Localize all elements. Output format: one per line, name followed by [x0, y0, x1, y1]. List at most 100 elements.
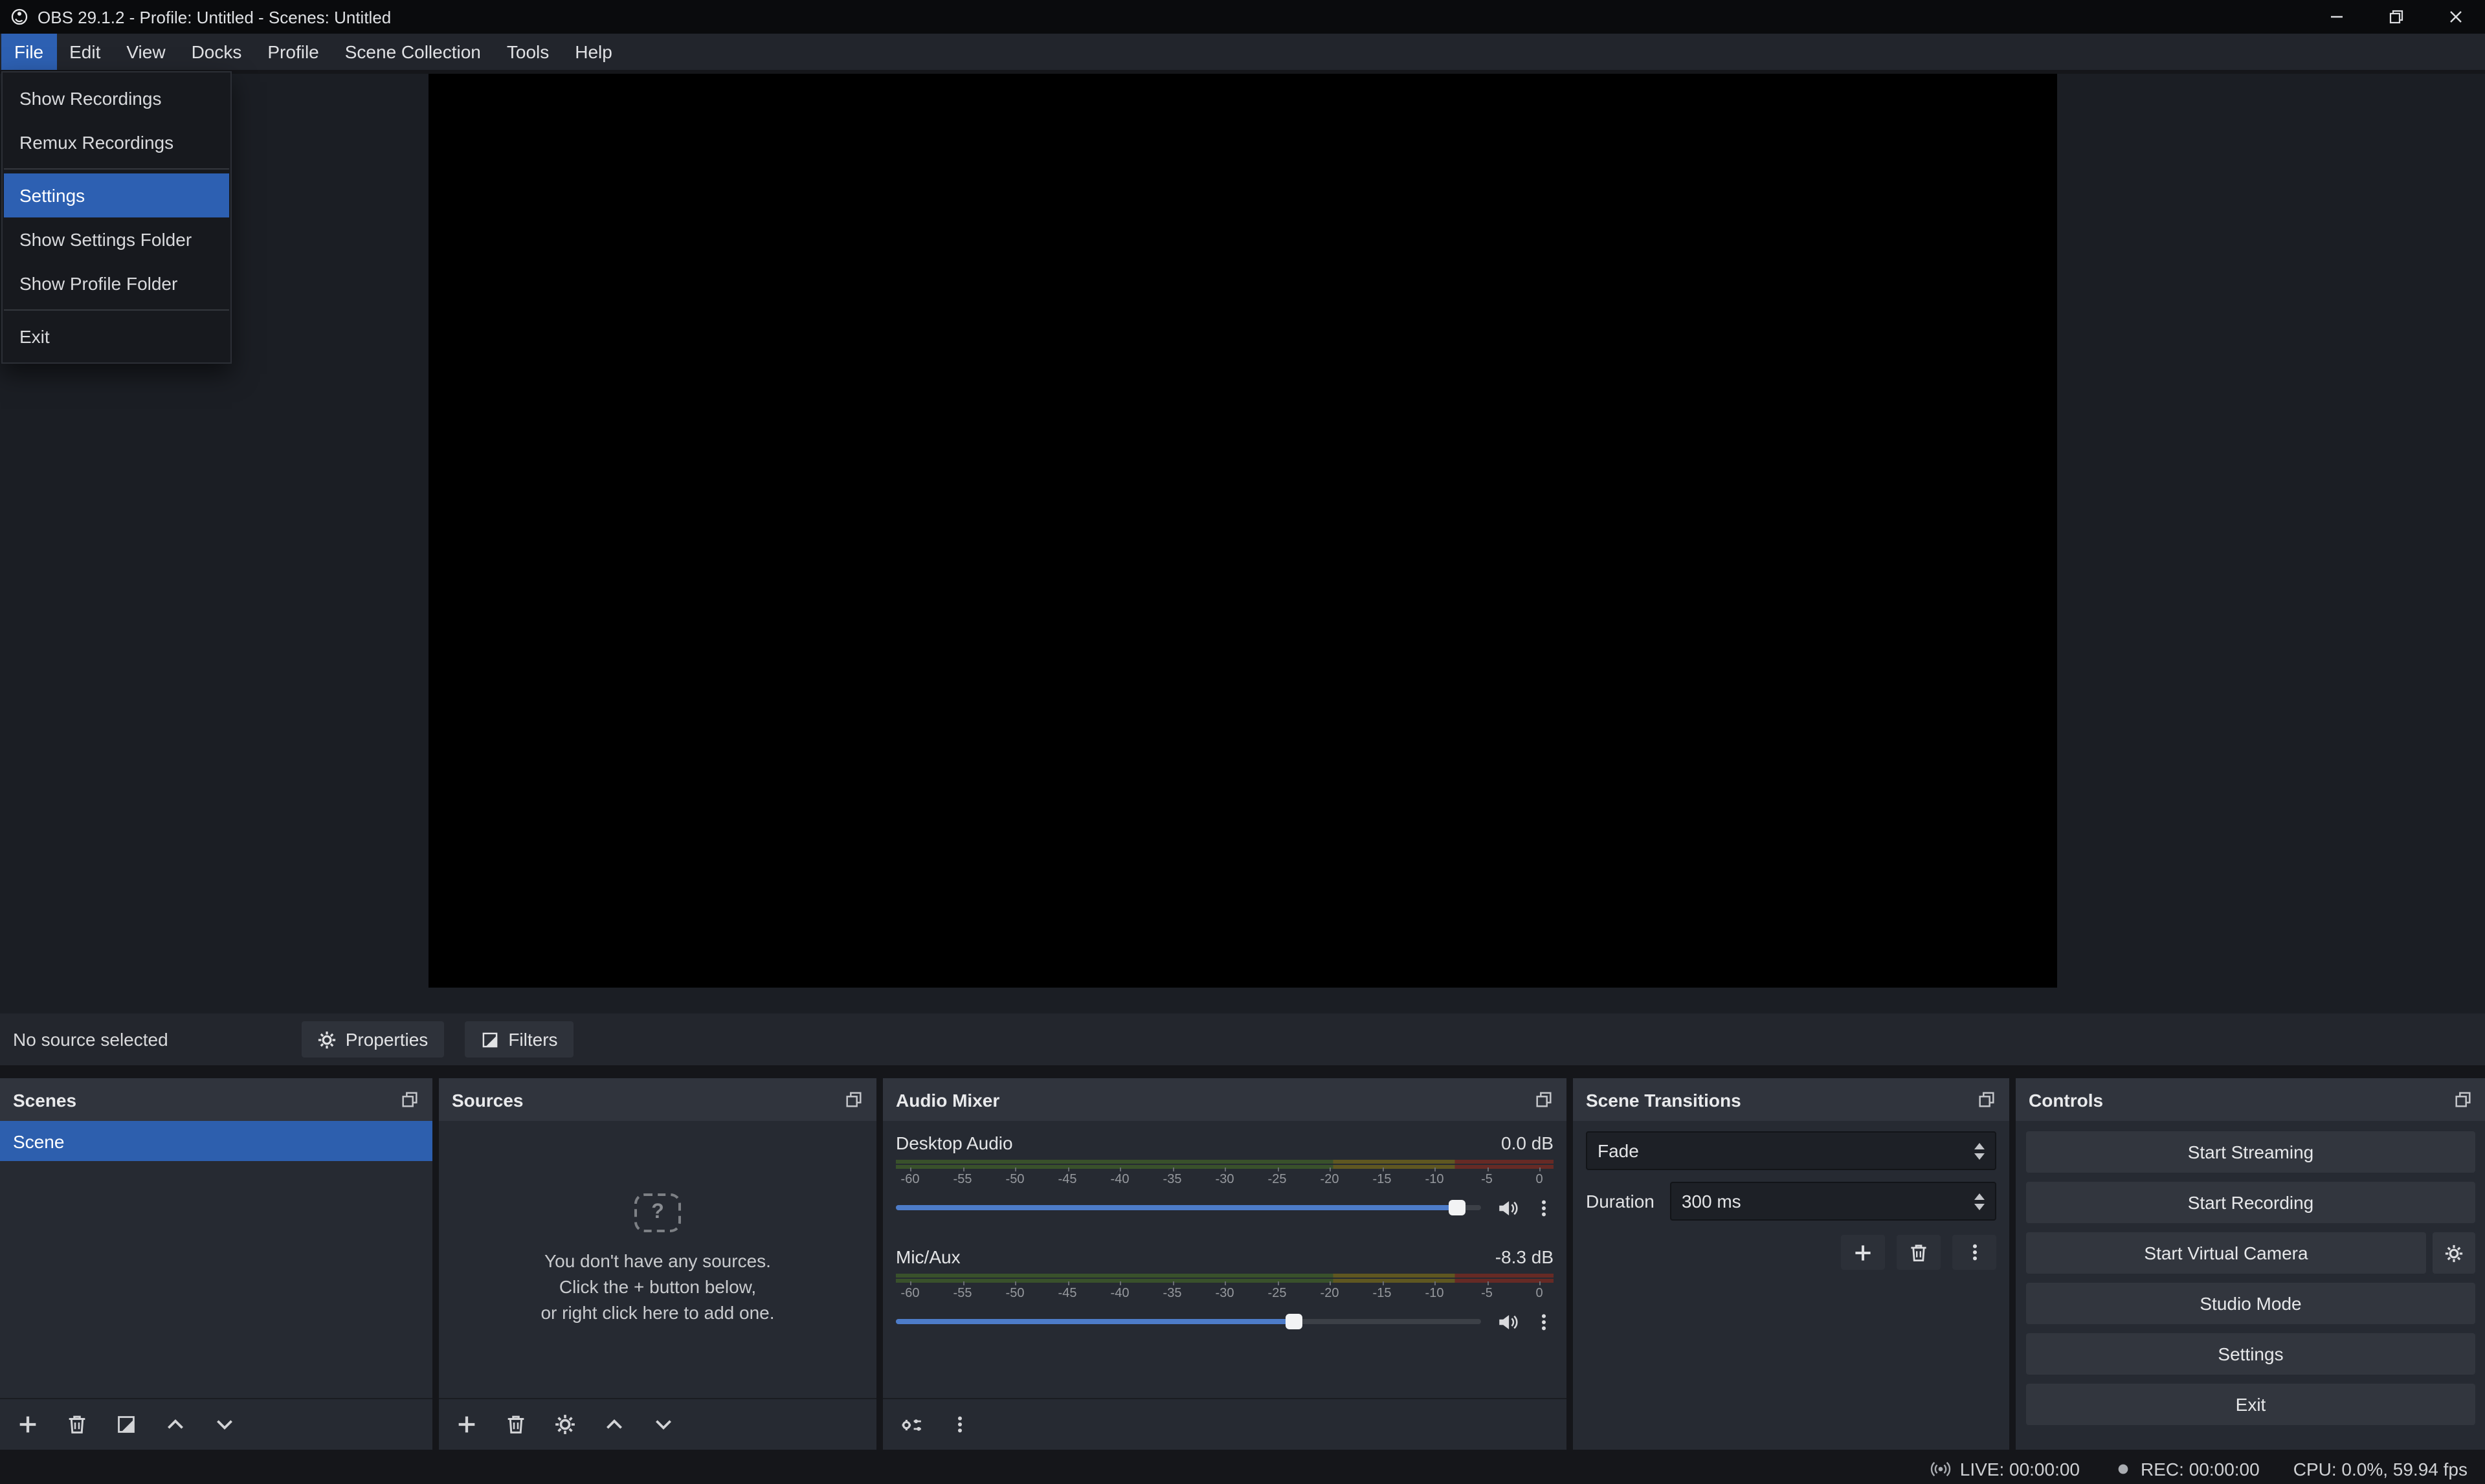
meter-tick-label: -30 — [1210, 1171, 1239, 1190]
mixer-toolbar — [883, 1398, 1566, 1450]
popout-icon[interactable] — [1534, 1090, 1554, 1109]
obs-logo-icon — [10, 8, 28, 26]
menu-file[interactable]: File — [1, 34, 56, 70]
menu-item-show-settings-folder[interactable]: Show Settings Folder — [4, 217, 229, 261]
restore-button[interactable] — [2367, 0, 2426, 34]
transition-properties-button[interactable] — [1952, 1235, 1996, 1270]
studio-mode-button[interactable]: Studio Mode — [2026, 1283, 2475, 1324]
duration-row: Duration 300 ms — [1586, 1182, 1996, 1221]
scenes-panel-title: Scenes — [13, 1089, 76, 1110]
meter-tick-label: -45 — [1053, 1285, 1082, 1303]
popout-icon[interactable] — [400, 1090, 419, 1109]
slider-handle[interactable] — [1286, 1314, 1303, 1329]
add-scene-icon[interactable] — [17, 1413, 39, 1435]
duration-label: Duration — [1586, 1191, 1655, 1212]
select-arrows — [1974, 1142, 1985, 1159]
scene-filters-icon[interactable] — [115, 1413, 137, 1435]
meter-tick-label: -5 — [1473, 1285, 1501, 1303]
menu-scene-collection[interactable]: Scene Collection — [332, 34, 494, 70]
live-status: LIVE: 00:00:00 — [1930, 1459, 2080, 1479]
meter-tick-label: -25 — [1263, 1171, 1291, 1190]
menu-item-show-recordings[interactable]: Show Recordings — [4, 76, 229, 120]
spin-down-icon[interactable] — [1974, 1203, 1985, 1210]
sources-panel: Sources ? You don't have any sources. Cl… — [439, 1078, 876, 1450]
window-controls — [2307, 0, 2485, 34]
duration-spinbox[interactable]: 300 ms — [1670, 1182, 1996, 1221]
gear-icon — [2444, 1243, 2464, 1263]
remove-scene-icon[interactable] — [66, 1413, 88, 1435]
scenes-list: Scene — [0, 1121, 432, 1450]
minimize-button[interactable] — [2307, 0, 2367, 34]
exit-button[interactable]: Exit — [2026, 1384, 2475, 1425]
dots-vertical-icon[interactable] — [950, 1415, 970, 1434]
filters-button[interactable]: Filters — [464, 1021, 573, 1058]
popout-icon[interactable] — [844, 1090, 864, 1109]
meter-tick-label: -35 — [1158, 1171, 1187, 1190]
virtual-camera-config-button[interactable] — [2433, 1232, 2475, 1274]
close-button[interactable] — [2426, 0, 2485, 34]
chevron-up-icon[interactable] — [1974, 1142, 1985, 1149]
meter-tick-label: -15 — [1368, 1285, 1396, 1303]
dots-vertical-icon[interactable] — [1534, 1312, 1554, 1331]
menu-item-remux-recordings[interactable]: Remux Recordings — [4, 120, 229, 164]
source-properties-icon[interactable] — [554, 1413, 576, 1435]
menu-docks[interactable]: Docks — [179, 34, 255, 70]
start-streaming-button[interactable]: Start Streaming — [2026, 1131, 2475, 1173]
controls-panel-title: Controls — [2029, 1089, 2103, 1110]
menu-item-settings[interactable]: Settings — [4, 173, 229, 217]
popout-icon[interactable] — [1977, 1090, 1996, 1109]
speaker-icon[interactable] — [1497, 1311, 1519, 1333]
dock-area: Scenes Scene Sources — [0, 1065, 2485, 1450]
remove-transition-button[interactable] — [1897, 1235, 1941, 1270]
slider-handle[interactable] — [1449, 1200, 1466, 1215]
start-virtual-camera-button[interactable]: Start Virtual Camera — [2026, 1232, 2426, 1274]
spin-up-icon[interactable] — [1974, 1193, 1985, 1199]
record-dot-icon — [2113, 1460, 2132, 1478]
meter-tick-label: 0 — [1525, 1171, 1554, 1190]
settings-button[interactable]: Settings — [2026, 1333, 2475, 1375]
popout-icon[interactable] — [2453, 1090, 2473, 1109]
speaker-icon[interactable] — [1497, 1197, 1519, 1219]
cpu-fps-text: CPU: 0.0%, 59.94 fps — [2293, 1459, 2468, 1479]
menu-view[interactable]: View — [113, 34, 178, 70]
sources-list[interactable]: ? You don't have any sources. Click the … — [439, 1121, 876, 1450]
properties-button[interactable]: Properties — [302, 1021, 444, 1058]
slider-fill — [896, 1205, 1464, 1210]
chevron-down-icon[interactable] — [1974, 1153, 1985, 1159]
start-recording-button[interactable]: Start Recording — [2026, 1182, 2475, 1223]
menu-item-show-profile-folder[interactable]: Show Profile Folder — [4, 261, 229, 305]
move-scene-up-icon[interactable] — [164, 1413, 186, 1435]
filter-icon — [480, 1030, 499, 1049]
scenes-panel-header: Scenes — [0, 1078, 432, 1121]
add-transition-button[interactable] — [1841, 1235, 1885, 1270]
move-source-up-icon[interactable] — [603, 1413, 625, 1435]
live-timer: LIVE: 00:00:00 — [1960, 1459, 2080, 1479]
meter-tick-label: -40 — [1106, 1285, 1134, 1303]
advanced-audio-icon[interactable] — [900, 1413, 923, 1436]
menu-edit[interactable]: Edit — [56, 34, 113, 70]
obs-window: OBS 29.1.2 - Profile: Untitled - Scenes:… — [0, 0, 2485, 1484]
dots-vertical-icon[interactable] — [1534, 1198, 1554, 1217]
scenes-toolbar — [0, 1398, 432, 1450]
scene-list-item[interactable]: Scene — [0, 1121, 432, 1161]
volume-slider[interactable] — [896, 1191, 1481, 1224]
move-source-down-icon[interactable] — [652, 1413, 674, 1435]
menu-help[interactable]: Help — [562, 34, 625, 70]
meter-tick-label: -20 — [1315, 1171, 1344, 1190]
question-placeholder-icon: ? — [634, 1193, 681, 1232]
remove-source-icon[interactable] — [505, 1413, 527, 1435]
menu-item-exit[interactable]: Exit — [4, 315, 229, 359]
transition-select[interactable]: Fade — [1586, 1131, 1996, 1170]
channel-name: Mic/Aux — [896, 1246, 961, 1267]
move-scene-down-icon[interactable] — [214, 1413, 236, 1435]
add-source-icon[interactable] — [456, 1413, 478, 1435]
meter-tick-label: -35 — [1158, 1285, 1187, 1303]
preview-canvas[interactable] — [429, 74, 2057, 988]
transition-buttons — [1586, 1235, 1996, 1270]
volume-slider[interactable] — [896, 1305, 1481, 1338]
menu-profile[interactable]: Profile — [254, 34, 331, 70]
menu-tools[interactable]: Tools — [494, 34, 562, 70]
rec-timer: REC: 00:00:00 — [2141, 1459, 2260, 1479]
controls-body: Start Streaming Start Recording Start Vi… — [2016, 1121, 2485, 1450]
meter-tick-label: -25 — [1263, 1285, 1291, 1303]
